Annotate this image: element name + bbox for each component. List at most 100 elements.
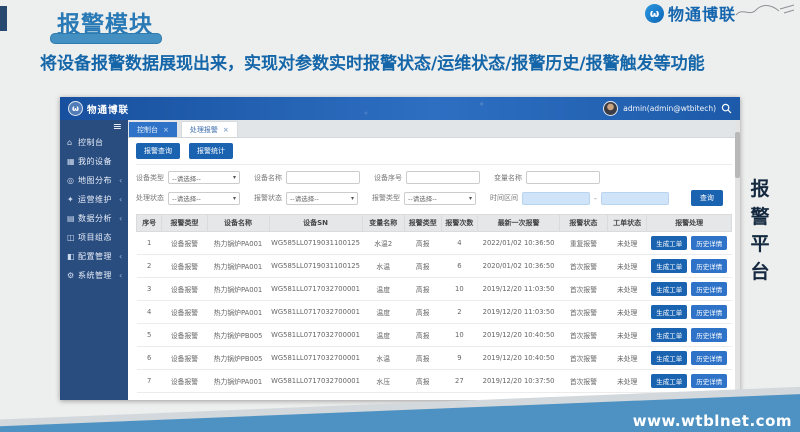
table-cell: 4 xyxy=(441,232,478,255)
sidebar-item-project[interactable]: ◫项目组态 xyxy=(60,228,128,247)
action-cell: 生成工单历史详情 xyxy=(647,232,732,255)
create-workorder-button[interactable]: 生成工单 xyxy=(651,397,687,400)
app-brand: ω 物通博联 xyxy=(68,101,129,116)
filter-alarm-type: 报警类型--请选择--▾ xyxy=(372,192,476,205)
company-logo: ω 物通博联 xyxy=(645,1,736,25)
toolbar: 报警查询报警统计 xyxy=(136,143,732,165)
date-start-input[interactable] xyxy=(522,192,590,205)
create-workorder-button[interactable]: 生成工单 xyxy=(651,259,687,273)
column-header: 报警类型 xyxy=(162,215,207,232)
table-cell: 首次报警 xyxy=(559,324,607,347)
sidebar-item-config[interactable]: ◧配置管理‹ xyxy=(60,247,128,266)
column-header: 设备名称 xyxy=(207,215,269,232)
filter-row-1: 设备类型--请选择--▾设备名称设备序号变量名称 xyxy=(136,171,732,184)
table-row: 1设备报警热力锅炉PA001WG585LL0719031100125水温2高报4… xyxy=(137,232,732,255)
variable-name-input[interactable] xyxy=(526,171,600,184)
close-icon[interactable]: × xyxy=(223,126,229,134)
close-icon[interactable]: × xyxy=(163,126,169,134)
alarm-type-select[interactable]: --请选择-- ▾ xyxy=(404,192,476,205)
history-detail-button[interactable]: 历史详情 xyxy=(691,259,727,273)
alarm-stats-button[interactable]: 报警统计 xyxy=(189,143,233,159)
history-detail-button[interactable]: 历史详情 xyxy=(691,305,727,319)
create-workorder-button[interactable]: 生成工单 xyxy=(651,282,687,296)
date-end-input[interactable] xyxy=(601,192,669,205)
history-detail-button[interactable]: 历史详情 xyxy=(691,236,727,250)
sidebar-item-system[interactable]: ⚙系统管理‹ xyxy=(60,266,128,285)
table-cell: 2 xyxy=(137,255,162,278)
table-cell: WG581LL0717032700001 xyxy=(269,278,362,301)
search-icon[interactable] xyxy=(721,103,732,114)
table-cell: 未处理 xyxy=(607,278,646,301)
alarm-status-select[interactable]: --请选择--▾ xyxy=(286,192,358,205)
device-serial-input[interactable] xyxy=(406,171,480,184)
menu-toggle-icon[interactable]: ≡ xyxy=(60,120,128,133)
caret-down-icon: ▾ xyxy=(351,195,354,202)
chart-icon: ▤ xyxy=(67,214,78,223)
tab-console[interactable]: 控制台 × xyxy=(129,122,177,137)
table-cell: 7 xyxy=(137,370,162,393)
sidebar-item-devices[interactable]: ▦我的设备 xyxy=(60,152,128,171)
history-detail-button[interactable]: 历史详情 xyxy=(691,328,727,342)
table-cell: 未处理 xyxy=(607,370,646,393)
scrollbar-thumb[interactable] xyxy=(735,132,740,178)
side-label-char: 平 xyxy=(750,231,769,259)
project-icon: ◫ xyxy=(67,233,78,242)
sidebar-item-label: 配置管理 xyxy=(78,251,119,262)
scrollbar-track[interactable] xyxy=(735,120,740,400)
table-row: 2设备报警热力锅炉PA001WG585LL0719031100125水温高报62… xyxy=(137,255,732,278)
sidebar-item-label: 地图分布 xyxy=(78,175,119,186)
history-detail-button[interactable]: 历史详情 xyxy=(691,282,727,296)
table-cell: 高报 xyxy=(404,347,441,370)
table-cell: 6 xyxy=(441,255,478,278)
table-cell: 首次报警 xyxy=(559,370,607,393)
table-cell: 1 xyxy=(137,232,162,255)
title-underline xyxy=(50,33,162,44)
create-workorder-button[interactable]: 生成工单 xyxy=(651,351,687,365)
table-cell: 高报 xyxy=(404,255,441,278)
device-name-input[interactable] xyxy=(286,171,360,184)
sidebar-item-console[interactable]: ⌂控制台 xyxy=(60,133,128,152)
table-cell: 热力锅炉PA001 xyxy=(207,232,269,255)
table-cell: 高报 xyxy=(404,232,441,255)
table-cell: WG581LL0717032700001 xyxy=(269,324,362,347)
table-cell: 设备报警 xyxy=(162,255,207,278)
create-workorder-button[interactable]: 生成工单 xyxy=(651,374,687,388)
tab-handle-alarm[interactable]: 处理报警 × xyxy=(181,121,238,137)
device-type-select[interactable]: --请选择--▾ xyxy=(168,171,240,184)
signature-scribble xyxy=(734,0,798,22)
sidebar-item-ops[interactable]: ✦运营维护‹ xyxy=(60,190,128,209)
maintenance-icon: ✦ xyxy=(67,195,78,204)
create-workorder-button[interactable]: 生成工单 xyxy=(651,305,687,319)
content-panel: 报警查询报警统计 设备类型--请选择--▾设备名称设备序号变量名称 处理状态--… xyxy=(128,138,740,400)
caret-down-icon: ▾ xyxy=(233,174,236,181)
username[interactable]: admin(admin@wtbitech) xyxy=(623,104,716,113)
select-value: --请选择-- xyxy=(408,193,437,203)
table-cell: 高报 xyxy=(404,370,441,393)
filter-device-serial: 设备序号 xyxy=(374,171,480,184)
table-cell: 温度 xyxy=(362,278,404,301)
history-detail-button[interactable]: 历史详情 xyxy=(691,351,727,365)
sidebar-item-analytics[interactable]: ▤数据分析‹ xyxy=(60,209,128,228)
create-workorder-button[interactable]: 生成工单 xyxy=(651,328,687,342)
sidebar-item-map[interactable]: ◎地图分布‹ xyxy=(60,171,128,190)
table-cell: WG581LL0717032700001 xyxy=(269,370,362,393)
table-cell: WG585LL0719031100125 xyxy=(269,232,362,255)
table-cell: 温度 xyxy=(362,324,404,347)
filter-alarm-status: 报警状态--请选择--▾ xyxy=(254,192,358,205)
table-row: 5设备报警热力锅炉PB005WG581LL0717032700001温度高报10… xyxy=(137,324,732,347)
history-detail-button[interactable]: 历史详情 xyxy=(691,374,727,388)
column-header: 报警处理 xyxy=(647,215,732,232)
alarm-query-button[interactable]: 报警查询 xyxy=(136,143,180,159)
app-brand-text: 物通博联 xyxy=(87,102,129,116)
filter-label: 变量名称 xyxy=(494,173,522,183)
history-detail-button[interactable]: 历史详情 xyxy=(691,397,727,400)
user-avatar[interactable] xyxy=(603,101,618,116)
caret-down-icon: ▾ xyxy=(469,195,472,202)
table-cell: 首次报警 xyxy=(559,347,607,370)
create-workorder-button[interactable]: 生成工单 xyxy=(651,236,687,250)
filter-variable-name: 变量名称 xyxy=(494,171,600,184)
devices-icon: ▦ xyxy=(67,157,78,166)
handle-status-select[interactable]: --请选择--▾ xyxy=(168,192,240,205)
search-button[interactable]: 查询 xyxy=(691,190,723,206)
table-cell: 3 xyxy=(137,278,162,301)
